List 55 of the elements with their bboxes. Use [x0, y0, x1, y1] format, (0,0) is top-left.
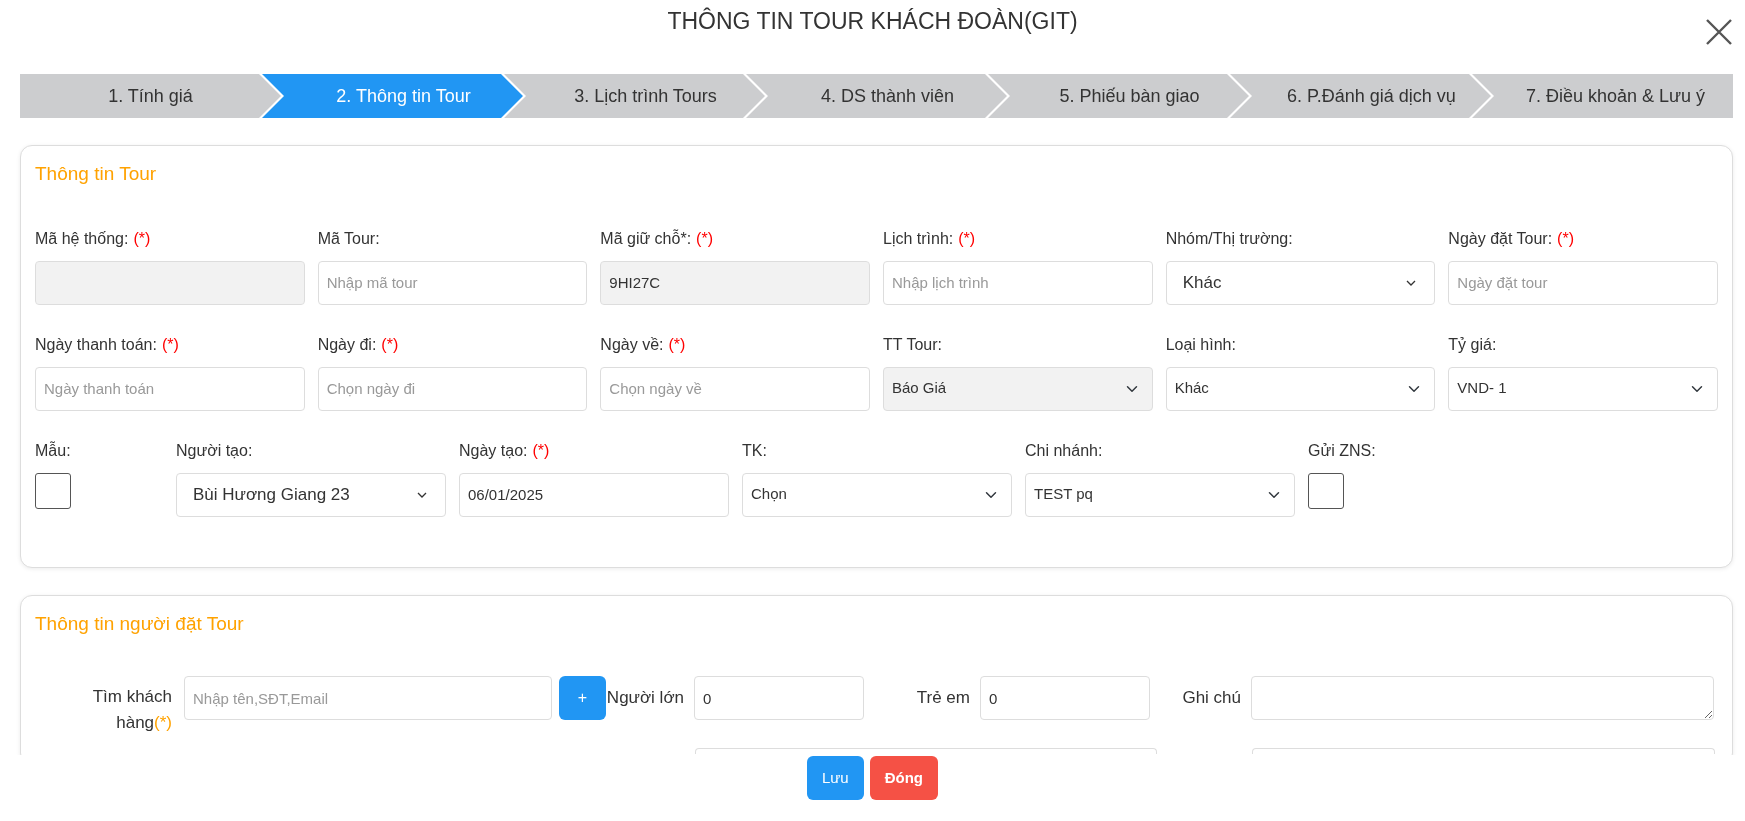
- field-label: Nhóm/Thị trường:: [1165, 228, 1293, 249]
- field-label: Lịch trình:: [883, 228, 954, 249]
- required-mark: (*): [1557, 228, 1574, 249]
- section-title: Thông tin người đặt Tour: [35, 611, 245, 636]
- required-mark: (*): [133, 228, 151, 249]
- field-label: Ngày đặt Tour:: [1448, 228, 1553, 249]
- step-tab[interactable]: 5. Phiếu bàn giao: [988, 74, 1249, 118]
- select-field[interactable]: Khác: [1165, 366, 1436, 411]
- field-label: Mẫu:: [35, 440, 71, 461]
- field-label: Ghi chú: [1181, 687, 1242, 709]
- step-tab[interactable]: 6. P.Đánh giá dịch vụ: [1230, 74, 1491, 118]
- step-tab[interactable]: 4. DS thành viên: [746, 74, 1007, 118]
- field-label: Ngày đi:: [317, 334, 377, 355]
- field-label: TK:: [742, 440, 767, 461]
- text-field[interactable]: Chọn ngày đi: [317, 366, 588, 411]
- text-field[interactable]: 06/01/2025: [459, 472, 729, 517]
- field-label: Tỷ giá:: [1448, 334, 1497, 355]
- field-label: Ngày về:: [600, 334, 664, 355]
- text-field[interactable]: Ngày thanh toán: [35, 366, 305, 411]
- select-field[interactable]: Chọn: [742, 472, 1012, 517]
- required-mark: (*): [532, 440, 550, 461]
- required-mark: (*): [696, 228, 713, 249]
- field-label: Mã hệ thống:: [35, 228, 129, 249]
- field-label: Mã Tour:: [317, 228, 380, 249]
- text-field[interactable]: Chọn ngày về: [600, 366, 870, 411]
- required-mark: (*): [668, 334, 686, 355]
- field-label: Ngày tạo:: [459, 440, 528, 461]
- field-label: Gửi ZNS:: [1308, 440, 1376, 461]
- field-label: Người tạo:: [176, 440, 253, 461]
- required-mark: (*): [161, 334, 179, 355]
- text-field[interactable]: 0: [694, 676, 864, 720]
- select-field[interactable]: TEST pq: [1025, 472, 1295, 517]
- combo-box[interactable]: Bùi Hương Giang 23: [176, 472, 446, 517]
- dialog-title: THÔNG TIN TOUR KHÁCH ĐOÀN(GIT): [667, 6, 1078, 36]
- select-field[interactable]: VND- 1: [1448, 366, 1718, 411]
- text-field[interactable]: 0: [980, 676, 1150, 720]
- required-mark: (*): [958, 228, 976, 249]
- field-label: Trẻ em: [915, 687, 971, 709]
- field-label: TT Tour:: [883, 334, 942, 355]
- step-tab[interactable]: 1. Tính giá: [20, 74, 281, 118]
- field-label: Người lớn: [606, 687, 685, 709]
- step-tab[interactable]: 3. Lịch trình Tours: [504, 74, 765, 118]
- text-field[interactable]: Nhập lịch trình: [883, 260, 1153, 305]
- field-label: Loại hình:: [1165, 334, 1236, 355]
- field-label: Chi nhánh:: [1025, 440, 1103, 461]
- field-label: Mã giữ chỗ*:: [600, 228, 692, 249]
- search-field[interactable]: Nhập tên,SĐT,Email: [184, 676, 552, 720]
- field-label: Tìm khách hàng(*): [91, 686, 173, 734]
- section-title: Thông tin Tour: [35, 162, 158, 186]
- combo-box[interactable]: Khác: [1165, 260, 1436, 305]
- text-field[interactable]: Ngày đặt tour: [1448, 260, 1718, 305]
- step-tab[interactable]: 7. Điều khoản & Lưu ý: [1472, 74, 1733, 118]
- field-label: Ngày thanh toán:: [35, 334, 157, 355]
- text-field[interactable]: Nhập mã tour: [317, 260, 588, 305]
- required-mark: (*): [381, 334, 399, 355]
